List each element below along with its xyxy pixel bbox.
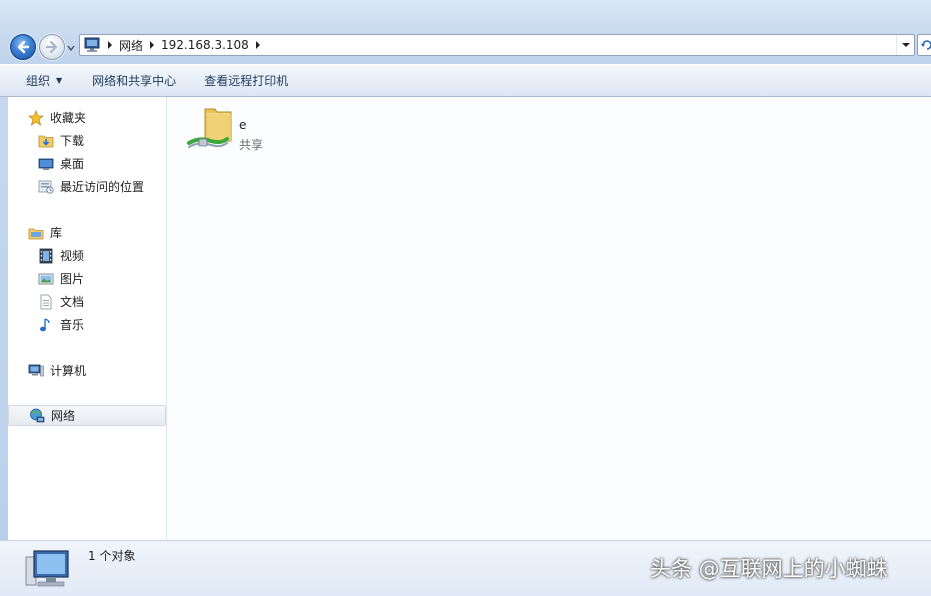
star-icon [28, 109, 44, 126]
forward-button[interactable] [39, 34, 65, 60]
nav-item-videos[interactable]: 视频 [8, 245, 166, 266]
nav-item-downloads[interactable]: 下载 [8, 130, 166, 151]
nav-label: 桌面 [60, 157, 85, 171]
chevron-right-icon [108, 41, 112, 49]
network-icon [30, 408, 45, 422]
desktop-icon [38, 158, 54, 170]
chevron-right-icon [255, 41, 260, 49]
video-icon [39, 248, 53, 263]
address-history-dropdown[interactable] [896, 35, 914, 55]
library-icon [28, 228, 44, 239]
address-bar[interactable]: 网络 192.168.3.108 [79, 34, 915, 56]
nav-favorites[interactable]: 收藏夹 [8, 107, 166, 128]
nav-label: 视频 [60, 249, 85, 263]
recent-pages-dropdown[interactable] [66, 42, 76, 52]
refresh-icon [921, 40, 931, 50]
chevron-down-icon: ▼ [56, 76, 63, 85]
picture-icon [38, 273, 54, 284]
content-pane[interactable]: e 共享 [167, 97, 931, 540]
command-bar: 组织 ▼ 网络和共享中心 查看远程打印机 [0, 64, 931, 97]
computer-icon [84, 37, 100, 52]
item-name: e [239, 118, 247, 132]
computer-icon [28, 364, 44, 376]
nav-label: 图片 [60, 272, 85, 286]
nav-label: 下载 [60, 134, 85, 148]
item-type: 共享 [239, 138, 264, 152]
navigation-pane: 收藏夹 下载 桌面 最近访问的位置 库 视频 图片 文档 音乐 计算机 网络 [8, 97, 167, 540]
nav-label: 库 [50, 226, 63, 240]
nav-label: 网络 [51, 409, 76, 423]
chevron-down-icon [901, 43, 910, 47]
document-icon [40, 294, 52, 309]
details-pane: 1 个对象 头条 @互联网上的小蜘蛛 [0, 540, 931, 596]
item-count-text: 1 个对象 [88, 549, 136, 563]
shared-folder-icon [187, 108, 232, 148]
network-sharing-center-button[interactable]: 网络和共享中心 [84, 69, 184, 93]
nav-computer[interactable]: 计算机 [8, 360, 166, 381]
organize-button[interactable]: 组织 ▼ [18, 69, 70, 93]
nav-label: 收藏夹 [50, 111, 87, 125]
nav-label: 最近访问的位置 [60, 180, 145, 194]
crumb-separator[interactable] [103, 35, 117, 55]
refresh-button[interactable] [917, 34, 931, 56]
title-bar: 网络 192.168.3.108 [0, 0, 931, 64]
forward-arrow-icon [45, 40, 58, 54]
organize-label: 组织 [26, 74, 51, 88]
music-icon [40, 317, 50, 331]
computer-icon [25, 550, 69, 587]
back-arrow-icon [17, 40, 30, 54]
chevron-right-icon [150, 41, 155, 49]
crumb-separator[interactable] [145, 35, 159, 55]
back-button[interactable] [10, 34, 36, 60]
download-folder-icon [38, 135, 54, 147]
nav-item-pictures[interactable]: 图片 [8, 268, 166, 289]
watermark-text: 头条 @互联网上的小蜘蛛 [650, 557, 888, 581]
breadcrumb-network[interactable]: 网络 [117, 37, 145, 54]
nav-item-recent-places[interactable]: 最近访问的位置 [8, 176, 166, 197]
nav-item-desktop[interactable]: 桌面 [8, 153, 166, 174]
recent-places-icon [38, 180, 54, 194]
breadcrumb-host[interactable]: 192.168.3.108 [159, 38, 251, 52]
nav-libraries[interactable]: 库 [8, 222, 166, 243]
view-remote-printers-button[interactable]: 查看远程打印机 [196, 69, 296, 93]
nav-network[interactable]: 网络 [8, 405, 166, 426]
nav-item-documents[interactable]: 文档 [8, 291, 166, 312]
crumb-separator[interactable] [251, 35, 265, 55]
nav-label: 文档 [60, 295, 85, 309]
chevron-down-icon [67, 45, 75, 52]
nav-label: 计算机 [50, 364, 87, 378]
shared-folder-item[interactable]: e 共享 [185, 103, 305, 155]
nav-label: 音乐 [60, 318, 85, 332]
nav-item-music[interactable]: 音乐 [8, 314, 166, 335]
